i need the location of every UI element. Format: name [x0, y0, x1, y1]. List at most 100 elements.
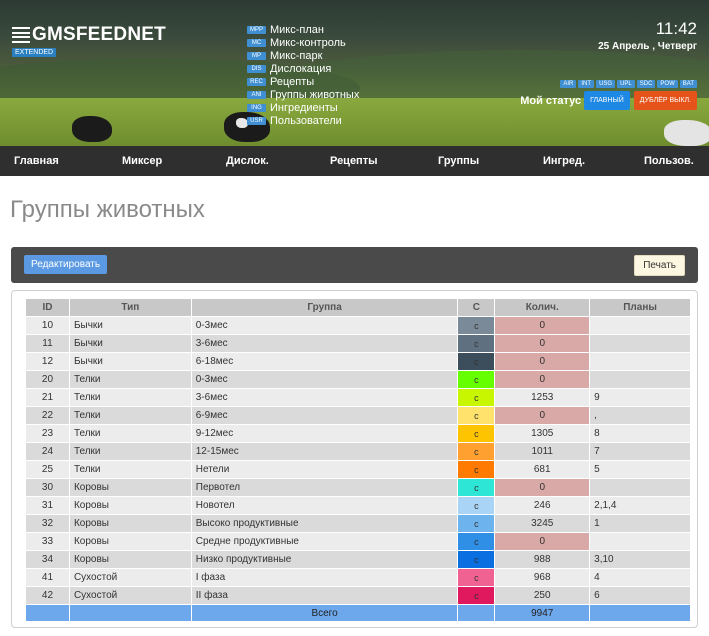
cell-color: c	[457, 496, 496, 515]
menu-item-recipes[interactable]: REC Рецепты	[247, 75, 359, 88]
status-badge-air: AIR	[560, 80, 577, 88]
menu-item-animal-groups[interactable]: ANI Группы животных	[247, 88, 359, 101]
cell-id: 11	[25, 334, 70, 353]
cell-id: 41	[25, 568, 70, 587]
menu-item-dislocation[interactable]: DIS Дислокация	[247, 62, 359, 75]
column-header-quantity[interactable]: Колич.	[494, 298, 591, 317]
print-button[interactable]: Печать	[634, 255, 685, 276]
status-badge-sdc: SDC	[636, 80, 656, 88]
table-row[interactable]: 20 Телки 0-3мес c 0	[25, 370, 691, 389]
table-row[interactable]: 41 Сухостой I фаза c 968 4	[25, 568, 691, 587]
cell-color: c	[457, 478, 496, 497]
cell-quantity: 681	[494, 460, 591, 479]
menu-code-badge: MP	[247, 51, 266, 60]
cell-group: Нетели	[190, 460, 459, 479]
status-indicators: AIR INT USG UPL SDC POW BAT	[560, 80, 697, 88]
table-row[interactable]: 22 Телки 6-9мес c 0,	[25, 406, 691, 425]
cell-color: c	[457, 442, 496, 461]
column-header-id[interactable]: ID	[25, 298, 70, 317]
table-row[interactable]: 31 Коровы Новотел c 246 2,1,4	[25, 496, 691, 515]
menu-code-badge: REC	[247, 77, 266, 86]
table-header-row: ID Тип Группа C Колич. Планы	[25, 298, 691, 317]
background-cow	[664, 120, 709, 146]
my-status: Мой статус ГЛАВНЫЙ ДУБЛЁР ВЫКЛ.	[520, 91, 697, 110]
table-row[interactable]: 12 Бычки 6-18мес c 0	[25, 352, 691, 371]
cell-color: c	[457, 370, 496, 389]
cell-quantity: 0	[494, 352, 591, 371]
logo-lines-icon	[12, 27, 30, 43]
status-label: Мой статус	[520, 94, 582, 107]
cell-type: Коровы	[68, 496, 192, 515]
menu-item-label: Рецепты	[270, 75, 315, 88]
cell-plans	[589, 478, 691, 497]
cell-group: 3-6мес	[190, 334, 459, 353]
menu-item-mix-park[interactable]: MP Микс-парк	[247, 49, 359, 62]
table-row[interactable]: 42 Сухостой II фаза c 250 6	[25, 586, 691, 605]
table-row[interactable]: 32 Коровы Высоко продуктивные c 3245 1	[25, 514, 691, 533]
nav-dislocation[interactable]: Дислок.	[226, 155, 269, 167]
column-header-group[interactable]: Группа	[190, 298, 459, 317]
status-badge-usg: USG	[596, 80, 616, 88]
menu-item-ingredients[interactable]: ING Ингредиенты	[247, 101, 359, 114]
table-row[interactable]: 21 Телки 3-6мес c 1253 9	[25, 388, 691, 407]
backup-off-button[interactable]: ДУБЛЁР ВЫКЛ.	[633, 91, 697, 110]
column-header-type[interactable]: Тип	[68, 298, 192, 317]
cell-group: Новотел	[190, 496, 459, 515]
cell-quantity: 0	[494, 370, 591, 389]
cell-type: Коровы	[68, 514, 192, 533]
cell-plans	[589, 370, 691, 389]
cell-color: c	[457, 568, 496, 587]
table-row[interactable]: 30 Коровы Первотел c 0	[25, 478, 691, 497]
nav-ingredients[interactable]: Ингред.	[543, 155, 585, 167]
cell-quantity: 968	[494, 568, 591, 587]
cell-plans: 8	[589, 424, 691, 443]
cell-color: c	[457, 334, 496, 353]
app-logo[interactable]: GMSFEEDNET	[12, 24, 166, 46]
table-row[interactable]: 11 Бычки 3-6мес c 0	[25, 334, 691, 353]
menu-item-mix-plan[interactable]: MPP Микс-план	[247, 23, 359, 36]
main-status-button[interactable]: ГЛАВНЫЙ	[584, 91, 630, 110]
cell-color: c	[457, 550, 496, 569]
cell-id: 22	[25, 406, 70, 425]
menu-item-users[interactable]: USR Пользователи	[247, 114, 359, 127]
nav-home[interactable]: Главная	[14, 155, 59, 167]
table-row[interactable]: 24 Телки 12-15мес c 1011 7	[25, 442, 691, 461]
cell-color: c	[457, 406, 496, 425]
nav-groups[interactable]: Группы	[438, 155, 479, 167]
column-header-color[interactable]: C	[457, 298, 496, 317]
cell-id: 34	[25, 550, 70, 569]
edit-button[interactable]: Редактировать	[24, 255, 108, 274]
total-cell-empty	[457, 604, 496, 622]
cell-type: Телки	[68, 460, 192, 479]
cell-id: 12	[25, 352, 70, 371]
date-label: 25 Апрель , Четверг	[598, 41, 697, 52]
status-badge-upl: UPL	[617, 80, 635, 88]
cell-quantity: 250	[494, 586, 591, 605]
cell-quantity: 1305	[494, 424, 591, 443]
cell-plans	[589, 352, 691, 371]
groups-table-panel: ID Тип Группа C Колич. Планы 10 Бычки 0-3м…	[11, 290, 698, 628]
cell-group: 6-9мес	[190, 406, 459, 425]
nav-recipes[interactable]: Рецепты	[330, 155, 378, 167]
table-row[interactable]: 34 Коровы Низко продуктивные c 988 3,10	[25, 550, 691, 569]
nav-mixer[interactable]: Миксер	[122, 155, 162, 167]
cell-color: c	[457, 532, 496, 551]
cell-group: 3-6мес	[190, 388, 459, 407]
cell-quantity: 0	[494, 532, 591, 551]
table-row[interactable]: 10 Бычки 0-3мес c 0	[25, 316, 691, 335]
cell-plans: 6	[589, 586, 691, 605]
cell-type: Бычки	[68, 352, 192, 371]
cell-group: Высоко продуктивные	[190, 514, 459, 533]
menu-item-mix-control[interactable]: MC Микс-контроль	[247, 36, 359, 49]
nav-users[interactable]: Пользов.	[644, 155, 694, 167]
table-body: 10 Бычки 0-3мес c 0 11 Бычки 3-6мес c 0 12 Бычки 6-1…	[25, 316, 691, 622]
table-row[interactable]: 25 Телки Нетели c 681 5	[25, 460, 691, 479]
table-row[interactable]: 33 Коровы Средне продуктивные c 0	[25, 532, 691, 551]
total-quantity: 9947	[494, 604, 591, 622]
cell-type: Телки	[68, 370, 192, 389]
cell-color: c	[457, 586, 496, 605]
column-header-plans[interactable]: Планы	[589, 298, 691, 317]
background-cow	[72, 116, 112, 142]
table-row[interactable]: 23 Телки 9-12мес c 1305 8	[25, 424, 691, 443]
cell-quantity: 0	[494, 406, 591, 425]
